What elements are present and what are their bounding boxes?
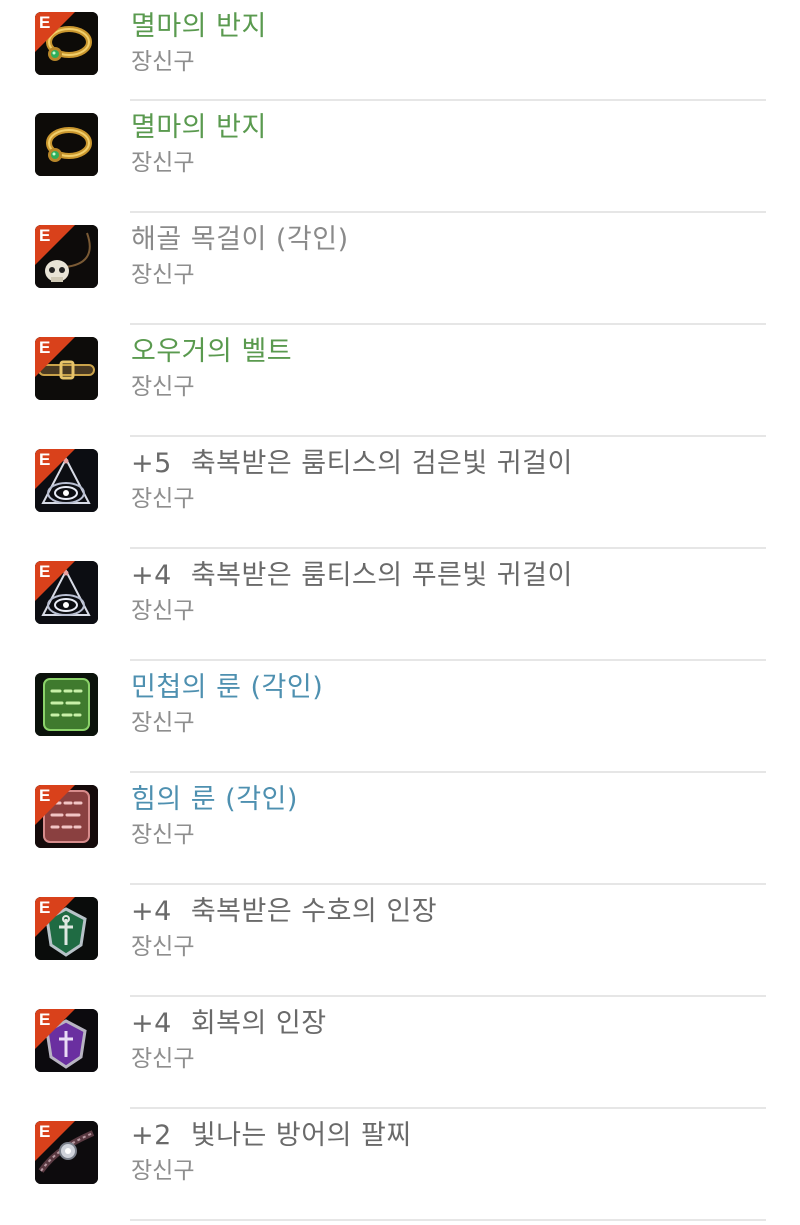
earring-icon: E [35, 561, 98, 624]
ring-icon: E [35, 12, 98, 75]
item-name: 멸마의 반지 [131, 11, 267, 42]
item-text: +5 축복받은 룸티스의 검은빛 귀걸이장신구 [131, 445, 766, 515]
bracelet-icon: E [35, 1121, 98, 1184]
equipped-badge-label: E [39, 562, 51, 581]
enhance-level: +2 [131, 1120, 172, 1151]
item-title: 오우거의 벨트 [131, 333, 766, 371]
item-type: 장신구 [131, 150, 195, 176]
ring-icon [35, 113, 98, 176]
item-title: 멸마의 반지 [131, 8, 766, 46]
item-name: 힘의 룬 (각인) [131, 784, 298, 815]
item-title: +4 회복의 인장 [131, 1005, 766, 1043]
list-item[interactable]: E +2 빛나는 방어의 팔찌장신구 [0, 1109, 800, 1221]
list-item[interactable]: 멸마의 반지장신구 [0, 101, 800, 213]
equipped-badge-label: E [39, 1010, 51, 1029]
item-type: 장신구 [131, 710, 195, 736]
item-text: +4 축복받은 룸티스의 푸른빛 귀걸이장신구 [131, 557, 766, 627]
item-title: 힘의 룬 (각인) [131, 781, 766, 819]
item-type: 장신구 [131, 598, 195, 624]
item-name: 축복받은 룸티스의 검은빛 귀걸이 [190, 448, 573, 479]
enhance-level: +4 [131, 896, 172, 927]
enhance-level: +4 [131, 1008, 172, 1039]
item-text: 멸마의 반지장신구 [131, 109, 766, 179]
item-text: +4 축복받은 수호의 인장장신구 [131, 893, 766, 963]
item-text: 민첩의 룬 (각인) 장신구 [131, 669, 766, 739]
list-item[interactable]: E 해골 목걸이 (각인) 장신구 [0, 213, 800, 325]
item-title: 해골 목걸이 (각인) [131, 221, 766, 259]
item-type: 장신구 [131, 934, 195, 960]
equipped-badge-label: E [39, 226, 51, 245]
equipment-list: E 멸마의 반지 장신구 멸마의 반지 장신구 E 해골 목걸이 (각인) 장신구 E 오우… [0, 0, 800, 1221]
purple-insignia-icon: E [35, 1009, 98, 1072]
item-name: 축복받은 수호의 인장 [190, 896, 438, 927]
earring-icon: E [35, 449, 98, 512]
item-name: 빛나는 방어의 팔찌 [190, 1120, 412, 1151]
belt-icon: E [35, 337, 98, 400]
equipped-badge-label: E [39, 13, 51, 32]
item-title: +4 축복받은 룸티스의 푸른빛 귀걸이 [131, 557, 766, 595]
list-item[interactable]: E 힘의 룬 (각인) 장신구 [0, 773, 800, 885]
green-rune-icon [35, 673, 98, 736]
item-name: 회복의 인장 [190, 1008, 327, 1039]
green-insignia-icon: E [35, 897, 98, 960]
item-text: +2 빛나는 방어의 팔찌장신구 [131, 1117, 766, 1187]
list-item[interactable]: 민첩의 룬 (각인) 장신구 [0, 661, 800, 773]
item-type: 장신구 [131, 822, 195, 848]
enhance-level: +4 [131, 560, 172, 591]
item-name: 멸마의 반지 [131, 112, 267, 143]
list-item[interactable]: E 멸마의 반지장신구 [0, 0, 800, 101]
list-item[interactable]: E +4 축복받은 룸티스의 푸른빛 귀걸이장신구 [0, 549, 800, 661]
item-type: 장신구 [131, 1046, 195, 1072]
item-text: 힘의 룬 (각인) 장신구 [131, 781, 766, 851]
enhance-level: +5 [131, 448, 172, 479]
equipped-badge-label: E [39, 786, 51, 805]
item-type: 장신구 [131, 262, 195, 288]
item-type: 장신구 [131, 486, 195, 512]
item-type: 장신구 [131, 1158, 195, 1184]
item-name: 해골 목걸이 (각인) [131, 224, 349, 255]
list-item[interactable]: E +4 회복의 인장장신구 [0, 997, 800, 1109]
item-text: 오우거의 벨트장신구 [131, 333, 766, 403]
list-item[interactable]: E 오우거의 벨트장신구 [0, 325, 800, 437]
item-title: 멸마의 반지 [131, 109, 766, 147]
item-type: 장신구 [131, 374, 195, 400]
equipped-badge-label: E [39, 450, 51, 469]
equipped-badge-label: E [39, 898, 51, 917]
item-title: +5 축복받은 룸티스의 검은빛 귀걸이 [131, 445, 766, 483]
equipped-badge-label: E [39, 338, 51, 357]
item-title: +4 축복받은 수호의 인장 [131, 893, 766, 931]
item-name: 축복받은 룸티스의 푸른빛 귀걸이 [190, 560, 573, 591]
item-text: +4 회복의 인장장신구 [131, 1005, 766, 1075]
item-name: 민첩의 룬 (각인) [131, 672, 324, 703]
equipped-badge-label: E [39, 1122, 51, 1141]
item-title: +2 빛나는 방어의 팔찌 [131, 1117, 766, 1155]
list-item[interactable]: E +4 축복받은 수호의 인장장신구 [0, 885, 800, 997]
item-name: 오우거의 벨트 [131, 336, 293, 367]
list-item[interactable]: E +5 축복받은 룸티스의 검은빛 귀걸이장신구 [0, 437, 800, 549]
red-rune-icon: E [35, 785, 98, 848]
item-text: 해골 목걸이 (각인) 장신구 [131, 221, 766, 291]
item-type: 장신구 [131, 49, 195, 75]
divider [130, 1219, 766, 1221]
item-title: 민첩의 룬 (각인) [131, 669, 766, 707]
item-text: 멸마의 반지장신구 [131, 8, 766, 78]
skull-necklace-icon: E [35, 225, 98, 288]
